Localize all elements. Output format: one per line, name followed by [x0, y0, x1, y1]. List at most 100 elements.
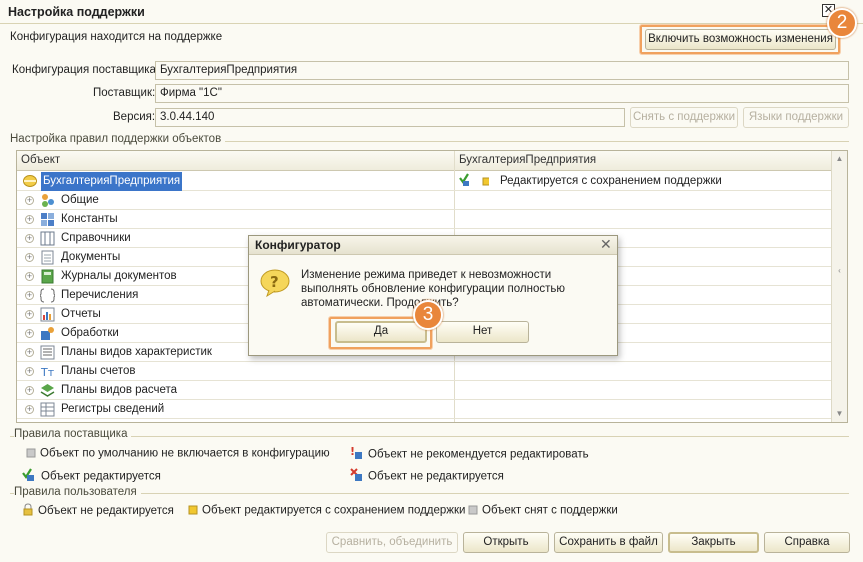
scroll-down-icon[interactable]: ▼: [832, 406, 847, 422]
row-label: Документы: [61, 251, 121, 263]
expand-icon[interactable]: +: [25, 291, 34, 300]
vendor-rules-line: [10, 436, 849, 437]
config-icon: [23, 174, 38, 189]
title-separator: [0, 23, 863, 24]
not-recommended-icon: !: [350, 445, 364, 463]
legend-not-recommended: ! Объект не рекомендуется редактировать: [350, 445, 589, 463]
step-badge-3: 3: [413, 300, 443, 330]
vendor-label: Поставщик:: [93, 87, 156, 99]
lock-icon: [22, 503, 34, 519]
open-button[interactable]: Открыть: [463, 532, 549, 553]
reports-icon: [40, 307, 55, 322]
catalogs-icon: [40, 231, 55, 246]
info-registers-icon: [40, 402, 55, 417]
legend-not-included: Объект по умолчанию не включается в конф…: [26, 446, 330, 461]
scroll-grip-icon[interactable]: ‹: [832, 263, 847, 279]
edit-with-support-icon: [459, 172, 491, 191]
table-row[interactable]: + Общие: [17, 191, 831, 210]
expand-icon[interactable]: +: [25, 234, 34, 243]
step-badge-2: 2: [827, 8, 857, 38]
row-label: Отчеты: [61, 308, 101, 320]
vendor-config-label: Конфигурация поставщика:: [12, 64, 160, 76]
legend-editable: Объект редактируется: [22, 468, 161, 485]
enable-changes-button[interactable]: Включить возможность изменения: [645, 29, 836, 50]
question-icon: ?: [259, 266, 291, 301]
editable-icon: [22, 468, 37, 485]
vendor-config-field[interactable]: БухгалтерияПредприятия: [155, 61, 849, 80]
vendor-rules-title: Правила поставщика: [14, 428, 132, 440]
legend-user-not-editable: Объект не редактируется: [22, 503, 174, 519]
no-button[interactable]: Нет: [436, 321, 529, 343]
svg-text:?: ?: [270, 273, 279, 291]
support-languages-button[interactable]: Языки поддержки: [743, 107, 849, 128]
table-row[interactable]: БухгалтерияПредприятия Редактируется с с…: [17, 172, 831, 191]
column-header-object[interactable]: Объект: [17, 151, 454, 171]
compare-merge-button[interactable]: Сравнить, объединить: [326, 532, 458, 553]
scroll-up-icon[interactable]: ▲: [832, 151, 847, 167]
row-label: Обработки: [61, 327, 119, 339]
save-to-file-button[interactable]: Сохранить в файл: [554, 532, 663, 553]
expand-icon[interactable]: +: [25, 367, 34, 376]
row-label: Планы видов характеристик: [61, 346, 212, 358]
rules-group-title: Настройка правил поддержки объектов: [10, 133, 226, 145]
yes-button[interactable]: Да: [335, 321, 427, 343]
support-cube-icon: [188, 503, 198, 518]
help-button[interactable]: Справка: [764, 532, 850, 553]
table-row[interactable]: + Тт Планы счетов: [17, 362, 831, 381]
expand-icon[interactable]: +: [25, 272, 34, 281]
expand-icon[interactable]: +: [25, 386, 34, 395]
row-label: Общие: [61, 194, 99, 206]
legend-user-removed: Объект снят с поддержки: [468, 503, 618, 518]
removed-cube-icon: [468, 503, 478, 518]
dialog-title-bar: Конфигуратор ✕: [249, 236, 617, 255]
remove-support-button[interactable]: Снять с поддержки: [630, 107, 738, 128]
user-rules-title: Правила пользователя: [14, 486, 141, 498]
dialog-title: Конфигуратор: [255, 238, 341, 252]
processing-icon: [40, 326, 55, 341]
not-editable-icon: [350, 468, 364, 485]
row-label: Планы видов расчета: [61, 384, 178, 396]
table-row[interactable]: + Планы видов расчета: [17, 381, 831, 400]
dialog-close-icon[interactable]: ✕: [600, 236, 612, 253]
constants-icon: [40, 212, 55, 227]
expand-icon[interactable]: +: [25, 405, 34, 414]
table-row[interactable]: + Константы: [17, 210, 831, 229]
row-label: БухгалтерияПредприятия: [41, 172, 183, 191]
row-label: Регистры сведений: [61, 403, 165, 415]
row-label: Константы: [61, 213, 118, 225]
row-rule: Редактируется с сохранением поддержки: [500, 175, 722, 187]
column-header-vendor[interactable]: БухгалтерияПредприятия: [454, 151, 832, 171]
svg-text:!: !: [350, 446, 355, 458]
legend-user-edit-with-support: Объект редактируется с сохранением подде…: [188, 503, 465, 518]
expand-icon[interactable]: +: [25, 253, 34, 262]
row-label: Справочники: [61, 232, 131, 244]
close-button[interactable]: Закрыть: [668, 532, 759, 553]
confirm-dialog: Конфигуратор ✕ ? Изменение режима привед…: [248, 235, 618, 356]
expand-icon[interactable]: +: [25, 329, 34, 338]
calc-plans-icon: [40, 383, 55, 398]
row-label: Журналы документов: [61, 270, 177, 282]
char-plans-icon: [40, 345, 55, 360]
expand-icon[interactable]: +: [25, 348, 34, 357]
common-icon: [40, 193, 55, 208]
support-status-text: Конфигурация находится на поддержке: [10, 31, 223, 43]
expand-icon[interactable]: +: [25, 310, 34, 319]
vertical-scrollbar[interactable]: ▲ ‹ ▼: [831, 151, 847, 422]
dialog-message: Изменение режима приведет к невозможност…: [301, 269, 566, 309]
enums-icon: [39, 288, 56, 303]
expand-icon[interactable]: +: [25, 215, 34, 224]
journals-icon: [40, 269, 55, 284]
row-label: Перечисления: [61, 289, 139, 301]
version-field[interactable]: 3.0.44.140: [155, 108, 625, 127]
accounts-icon: Тт: [40, 364, 55, 379]
documents-icon: [40, 250, 55, 265]
window-title: Настройка поддержки: [8, 5, 145, 19]
expand-icon[interactable]: +: [25, 196, 34, 205]
vendor-field[interactable]: Фирма "1С": [155, 84, 849, 103]
table-row[interactable]: + Регистры сведений: [17, 400, 831, 419]
svg-text:Тт: Тт: [40, 366, 55, 379]
version-label: Версия:: [113, 111, 156, 123]
not-included-icon: [26, 446, 36, 461]
legend-not-editable: Объект не редактируется: [350, 468, 504, 485]
row-label: Планы счетов: [61, 365, 136, 377]
